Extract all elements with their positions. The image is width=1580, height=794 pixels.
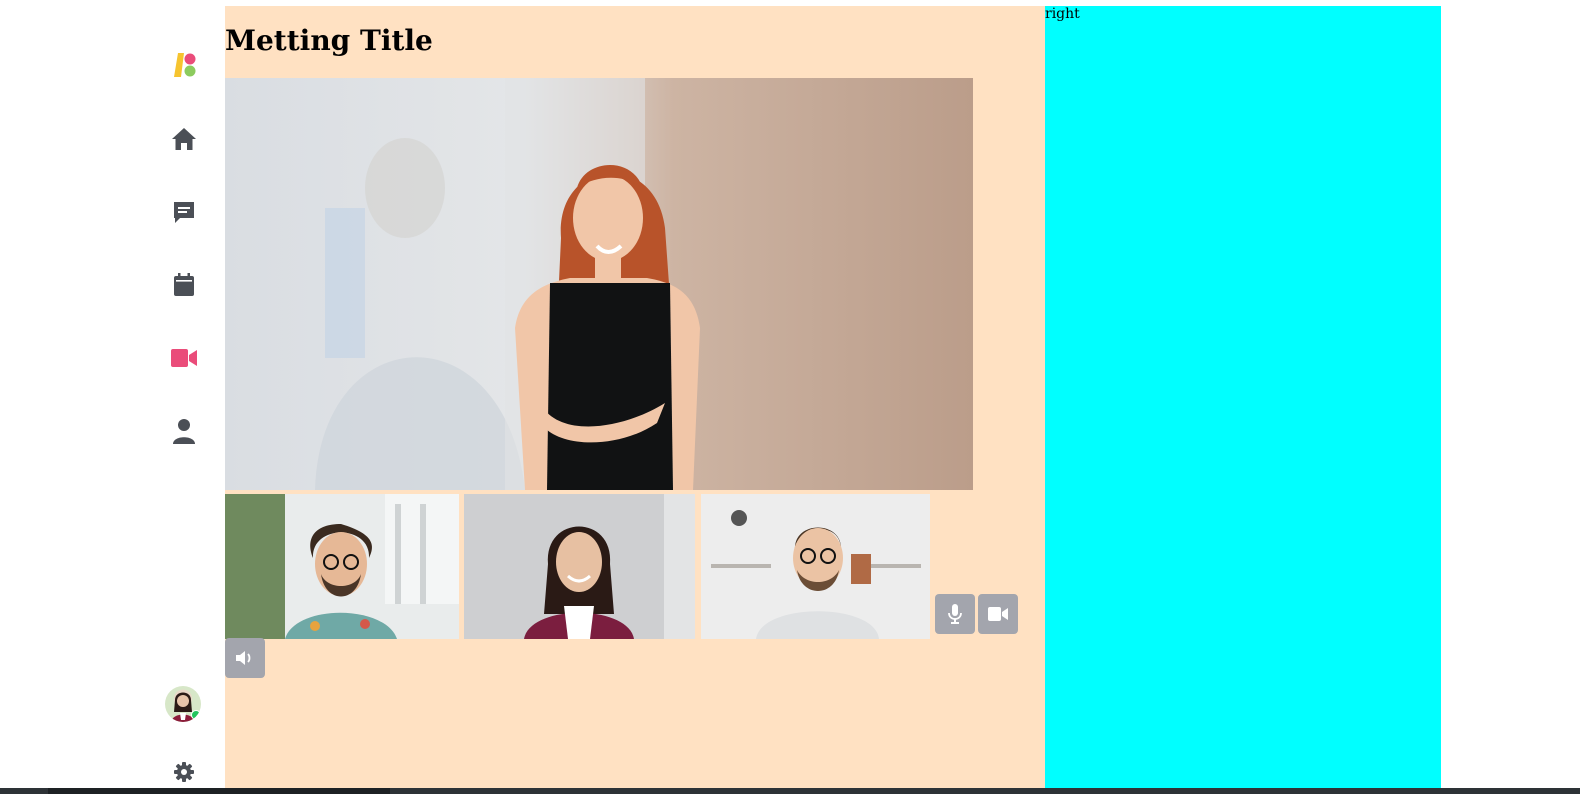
camera-button[interactable] xyxy=(978,594,1018,634)
calendar-icon[interactable] xyxy=(166,267,202,303)
speaker-button[interactable] xyxy=(225,638,265,678)
taskbar-segment xyxy=(48,788,390,794)
meeting-panel: Metting Title xyxy=(225,6,1045,794)
video-icon[interactable] xyxy=(166,340,202,376)
right-panel: right xyxy=(1045,6,1441,794)
taskbar xyxy=(0,788,1580,794)
mic-button[interactable] xyxy=(935,594,975,634)
avatar[interactable] xyxy=(165,686,201,722)
online-status-icon xyxy=(191,710,201,720)
speaker-icon xyxy=(236,651,251,665)
chat-icon[interactable] xyxy=(166,194,202,230)
camera-icon xyxy=(988,607,1008,621)
participant-tile-1[interactable] xyxy=(225,494,459,639)
user-icon[interactable] xyxy=(166,413,202,449)
home-icon[interactable] xyxy=(166,121,202,157)
main-video-speaker[interactable] xyxy=(225,78,973,490)
participant-tile-2[interactable] xyxy=(464,494,695,639)
participant-tile-3[interactable] xyxy=(701,494,930,639)
sidebar xyxy=(160,0,223,794)
app-logo-icon[interactable] xyxy=(166,47,202,83)
right-panel-label: right xyxy=(1045,6,1080,22)
gear-icon[interactable] xyxy=(166,754,202,790)
mic-icon xyxy=(948,604,962,624)
meeting-title: Metting Title xyxy=(225,24,433,57)
